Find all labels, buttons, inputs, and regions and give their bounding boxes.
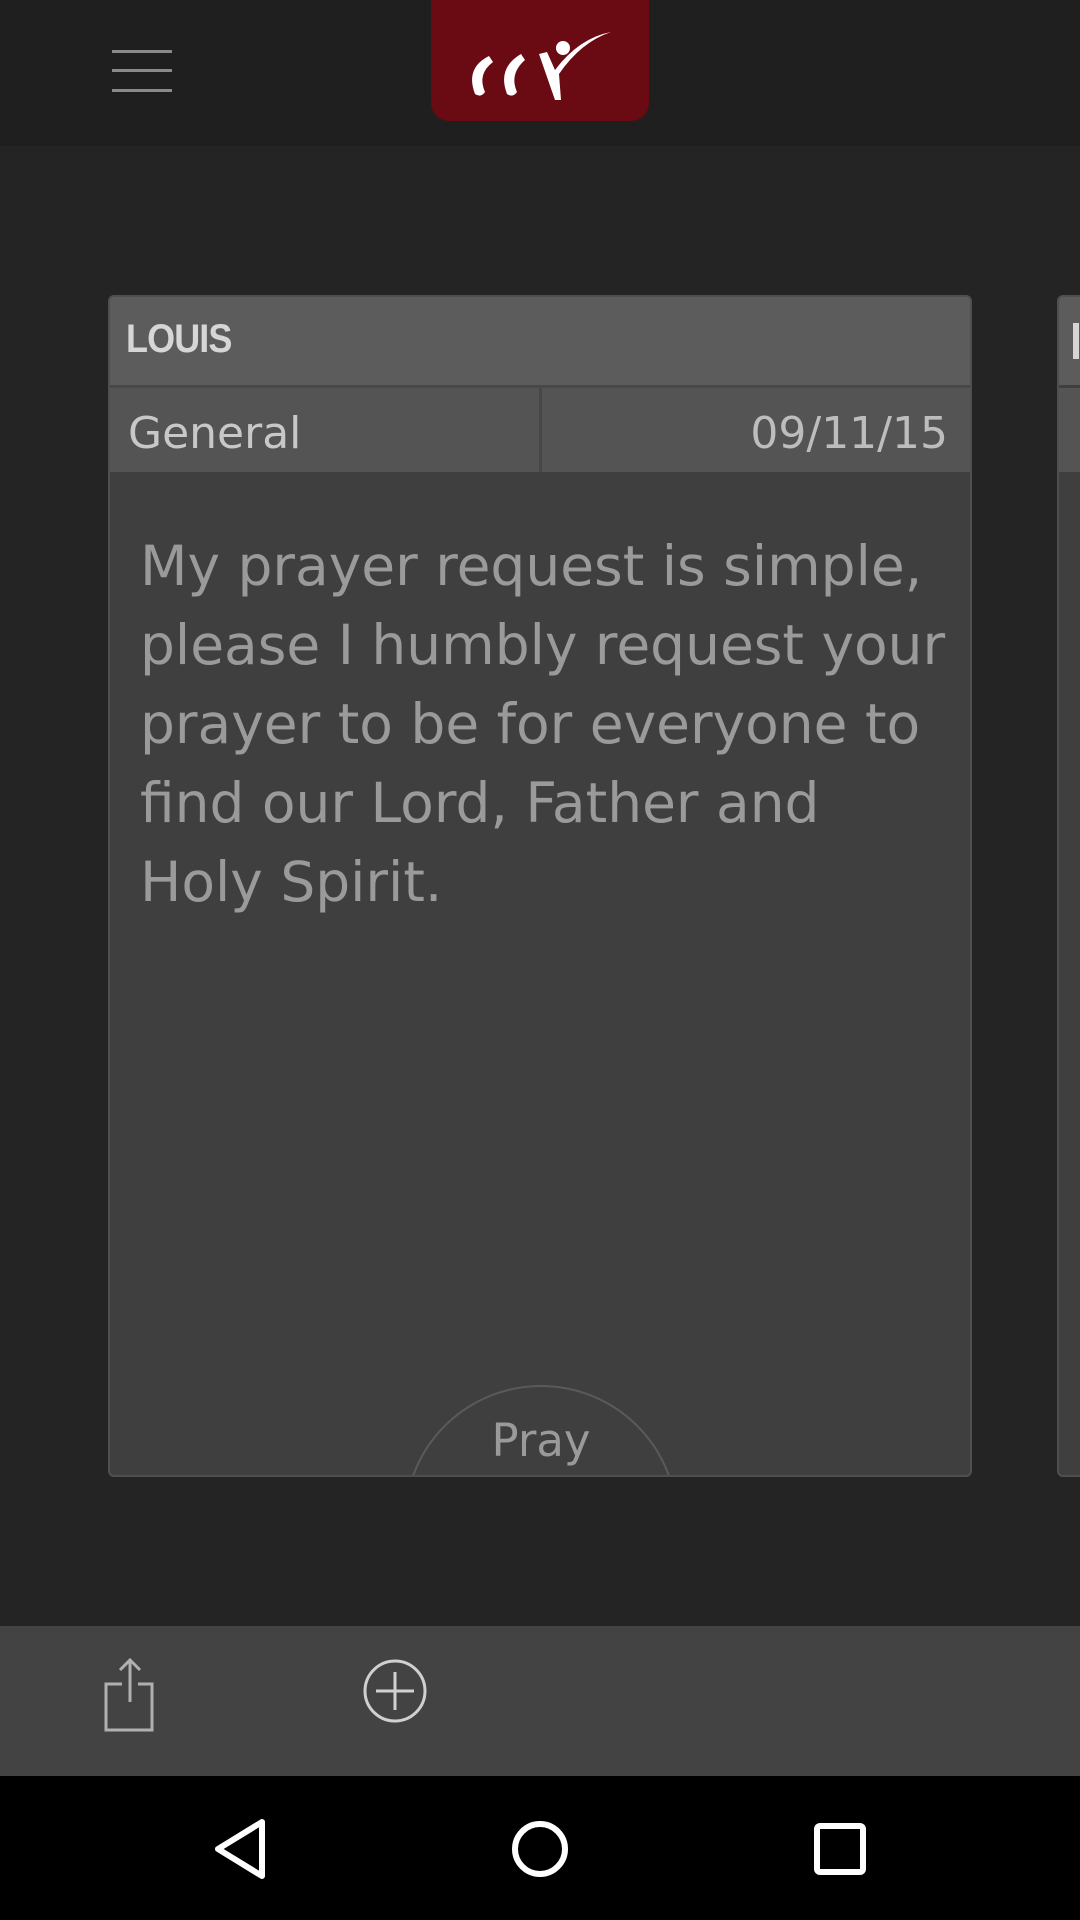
request-date: 09/11/15 xyxy=(750,408,948,459)
category-cell: General xyxy=(110,388,542,472)
app-header xyxy=(0,0,1080,146)
prayer-message: My prayer request is simple, please I hu… xyxy=(140,534,946,914)
requester-name: LOUIS xyxy=(126,317,232,361)
prayer-card[interactable]: LOUIS General 09/11/15 My prayer request… xyxy=(108,295,972,1477)
next-card-name-fragment xyxy=(1073,323,1079,359)
home-circle-icon[interactable] xyxy=(510,1818,570,1884)
next-card-header xyxy=(1059,297,1080,385)
pray-label: Pray xyxy=(491,1414,591,1467)
add-circle-icon[interactable] xyxy=(362,1658,428,1724)
share-icon[interactable] xyxy=(100,1656,160,1736)
card-header: LOUIS xyxy=(110,297,970,388)
ccv-logo-icon xyxy=(472,32,611,100)
next-prayer-card[interactable] xyxy=(1057,295,1080,1477)
back-triangle-icon[interactable] xyxy=(210,1818,270,1884)
recents-square-icon[interactable] xyxy=(812,1818,868,1884)
card-meta: General 09/11/15 xyxy=(110,388,970,472)
next-card-meta xyxy=(1059,388,1080,472)
pray-button[interactable]: Pray xyxy=(404,1385,678,1475)
app-logo[interactable] xyxy=(431,0,649,121)
bottom-toolbar xyxy=(0,1626,1080,1776)
hamburger-menu-icon[interactable] xyxy=(112,50,172,92)
system-navigation-bar xyxy=(0,1776,1080,1920)
category-label: General xyxy=(128,408,302,459)
